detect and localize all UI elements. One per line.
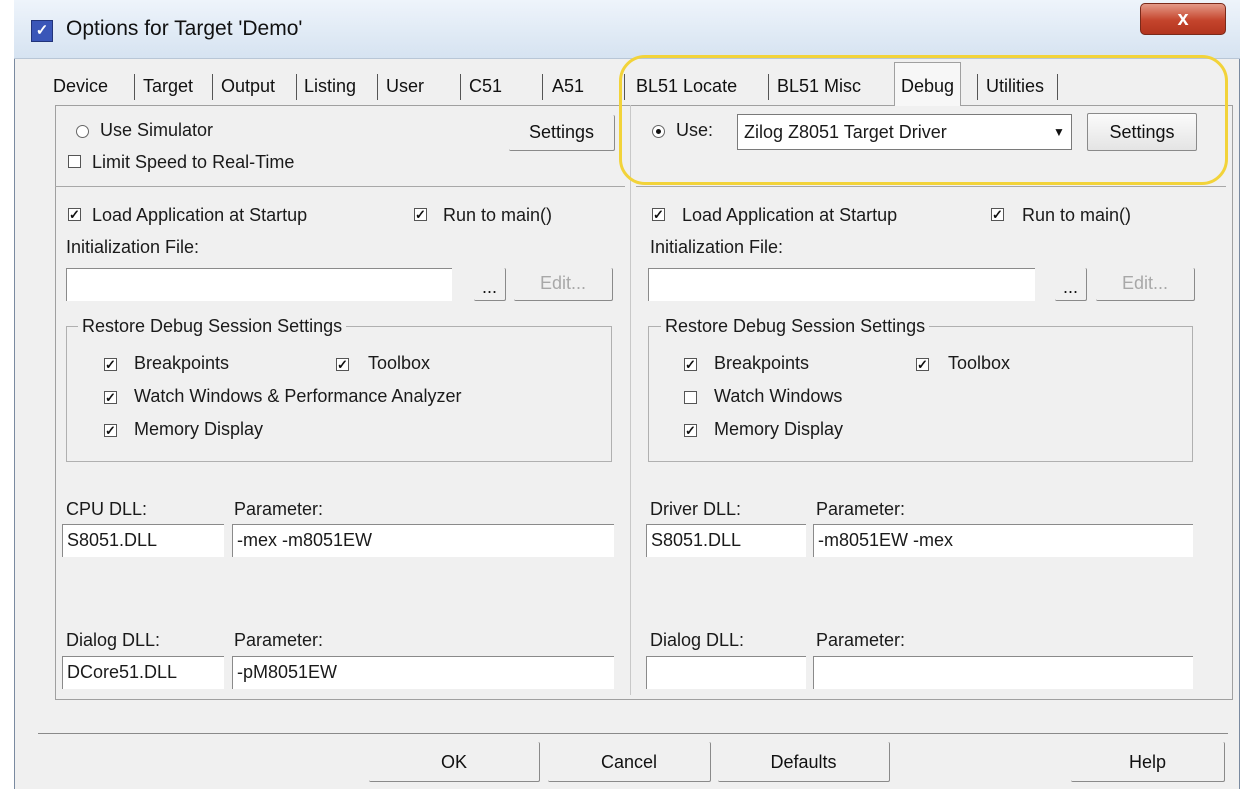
right-dialog-parameter-input[interactable] [813,656,1193,689]
right-restore-title: Restore Debug Session Settings [661,316,930,337]
driver-parameter-input[interactable]: -m8051EW -mex [813,524,1193,557]
use-simulator-label: Use Simulator [100,120,214,140]
driver-parameter-label: Parameter: [816,499,906,519]
left-toolbox-checkbox[interactable]: ✓ [336,358,349,371]
left-toolbox-label: Toolbox [368,353,431,373]
left-breakpoints-label: Breakpoints [134,353,230,373]
right-dialog-dll-input[interactable] [646,656,806,689]
right-toolbox-label: Toolbox [948,353,1011,373]
left-dialog-parameter-input[interactable]: -pM8051EW [232,656,614,689]
section-separator [55,186,625,187]
tab-separator [134,74,135,100]
driver-dll-input[interactable]: S8051.DLL [646,524,806,557]
left-memory-label: Memory Display [134,419,264,439]
tab-device[interactable]: Device [53,67,108,105]
section-separator [636,186,1226,187]
left-init-file-label: Initialization File: [66,237,200,257]
left-watch-checkbox[interactable]: ✓ [104,391,117,404]
right-init-file-label: Initialization File: [650,237,784,257]
tab-separator [296,74,297,100]
left-dialog-dll-label: Dialog DLL: [66,630,161,650]
right-init-file-input[interactable] [648,268,1035,301]
right-dialog-dll-label: Dialog DLL: [650,630,745,650]
tab-separator [542,74,543,100]
right-load-app-checkbox[interactable]: ✓ [652,208,665,221]
help-button[interactable]: Help [1071,742,1225,782]
tab-a51[interactable]: A51 [552,67,584,105]
left-load-app-label: Load Application at Startup [92,205,308,225]
tab-target[interactable]: Target [143,67,193,105]
tab-separator [212,74,213,100]
right-memory-label: Memory Display [714,419,844,439]
left-run-to-main-checkbox[interactable]: ✓ [414,208,427,221]
left-breakpoints-checkbox[interactable]: ✓ [104,358,117,371]
left-watch-label: Watch Windows & Performance Analyzer [134,386,462,406]
right-memory-checkbox[interactable]: ✓ [684,424,697,437]
ok-button[interactable]: OK [369,742,540,782]
footer-separator [38,733,1228,734]
left-dialog-dll-input[interactable]: DCore51.DLL [62,656,224,689]
left-load-app-checkbox[interactable]: ✓ [68,208,81,221]
tab-separator [460,74,461,100]
right-browse-button[interactable]: ... [1055,268,1087,301]
right-toolbox-checkbox[interactable]: ✓ [916,358,929,371]
tab-c51[interactable]: C51 [469,67,502,105]
left-restore-title: Restore Debug Session Settings [78,316,347,337]
tab-separator [377,74,378,100]
right-edit-button[interactable]: Edit... [1096,268,1195,301]
cpu-dll-label: CPU DLL: [66,499,148,519]
right-dialog-parameter-label: Parameter: [816,630,906,650]
window-title: Options for Target 'Demo' [66,17,303,40]
right-breakpoints-checkbox[interactable]: ✓ [684,358,697,371]
left-run-to-main-label: Run to main() [443,205,553,225]
cancel-button[interactable]: Cancel [548,742,711,782]
right-watch-label: Watch Windows [714,386,843,406]
simulator-settings-button[interactable]: Settings [509,115,615,151]
right-load-app-label: Load Application at Startup [682,205,898,225]
right-breakpoints-label: Breakpoints [714,353,810,373]
left-memory-checkbox[interactable]: ✓ [104,424,117,437]
cpu-parameter-label: Parameter: [234,499,324,519]
left-dialog-parameter-label: Parameter: [234,630,324,650]
tab-listing[interactable]: Listing [304,67,356,105]
app-icon: ✓ [31,20,53,42]
cpu-dll-input[interactable]: S8051.DLL [62,524,224,557]
left-browse-button[interactable]: ... [474,268,506,301]
cpu-parameter-input[interactable]: -mex -m8051EW [232,524,614,557]
driver-dll-label: Driver DLL: [650,499,742,519]
left-edit-button[interactable]: Edit... [514,268,613,301]
column-divider [630,105,631,695]
highlight-annotation [619,55,1228,185]
limit-speed-label: Limit Speed to Real-Time [92,152,295,172]
left-init-file-input[interactable] [66,268,452,301]
close-button[interactable]: x [1140,3,1226,35]
right-run-to-main-label: Run to main() [1022,205,1132,225]
tab-user[interactable]: User [386,67,424,105]
use-simulator-radio[interactable] [76,125,89,138]
right-run-to-main-checkbox[interactable]: ✓ [991,208,1004,221]
limit-speed-checkbox[interactable] [68,155,81,168]
tab-output[interactable]: Output [221,67,275,105]
right-watch-checkbox[interactable] [684,391,697,404]
defaults-button[interactable]: Defaults [718,742,890,782]
